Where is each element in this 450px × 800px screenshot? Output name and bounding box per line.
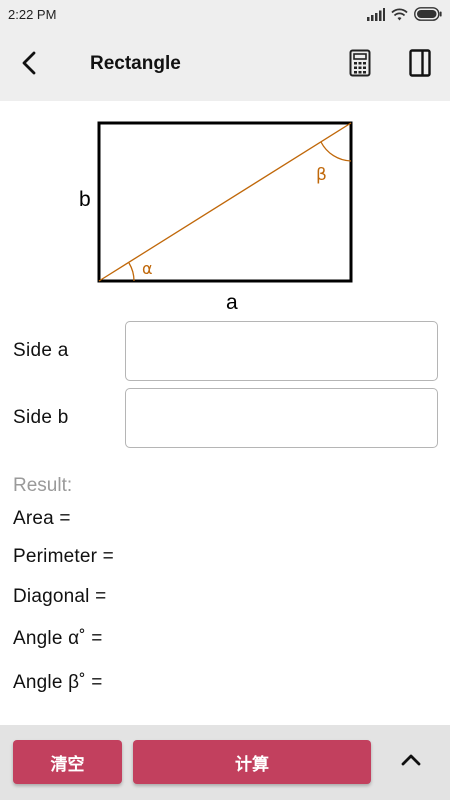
clear-button[interactable]: 清空 — [13, 740, 122, 784]
result-heading: Result: — [13, 475, 73, 496]
screen: 2:22 PM Rectangle α β b a Side a Side b … — [0, 0, 450, 800]
side-a-field-label: Side a — [13, 340, 69, 361]
system-icons — [367, 7, 442, 26]
chevron-left-icon — [20, 50, 38, 81]
side-panel-icon — [409, 48, 431, 82]
beta-label: β — [316, 165, 327, 185]
signal-icon — [367, 7, 385, 26]
battery-icon — [414, 7, 442, 26]
bottom-action-bar: 清空 计算 — [0, 725, 450, 800]
calculate-button[interactable]: 计算 — [133, 740, 371, 784]
wifi-icon — [391, 8, 408, 26]
side-a-input[interactable] — [125, 321, 438, 381]
side-a-label: a — [226, 291, 238, 314]
rectangle-diagram: α β b a — [70, 112, 370, 317]
page-title: Rectangle — [90, 53, 181, 74]
status-bar: 2:22 PM — [0, 0, 450, 30]
result-diagonal: Diagonal = — [13, 586, 107, 607]
beta-arc — [320, 141, 352, 162]
back-button[interactable] — [14, 50, 44, 80]
result-perimeter: Perimeter = — [13, 546, 114, 567]
diagonal-line — [98, 122, 352, 282]
status-time: 2:22 PM — [8, 7, 57, 22]
expand-button[interactable] — [394, 747, 428, 777]
calculator-button[interactable] — [346, 49, 374, 82]
chevron-up-icon — [400, 753, 422, 772]
side-b-input[interactable] — [125, 388, 438, 448]
result-angle-alpha: Angle α˚ = — [13, 628, 103, 649]
calculator-icon — [349, 49, 371, 82]
rectangle-diagram-svg: α β b a — [79, 121, 353, 314]
side-panel-button[interactable] — [405, 48, 435, 82]
result-area: Area = — [13, 508, 71, 529]
result-angle-beta: Angle β˚ = — [13, 672, 103, 693]
app-bar: Rectangle — [0, 30, 450, 101]
alpha-label: α — [142, 259, 153, 278]
alpha-arc — [128, 262, 135, 282]
side-b-field-label: Side b — [13, 407, 69, 428]
side-b-label: b — [79, 188, 91, 211]
